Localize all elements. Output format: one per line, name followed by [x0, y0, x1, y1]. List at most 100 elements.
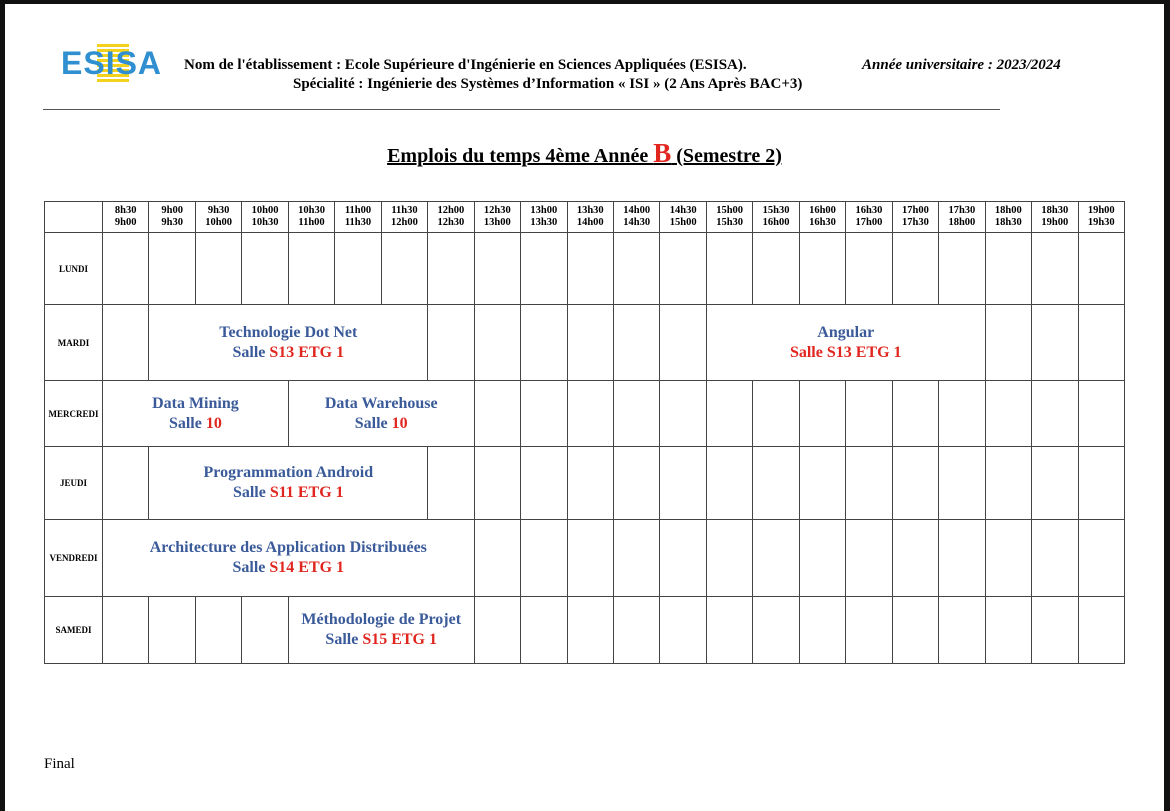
course-session: Architecture des Application Distribuées… [102, 519, 475, 597]
footer-final: Final [44, 756, 75, 772]
empty-slot [984, 446, 1033, 520]
day-label: LUNDI [44, 232, 103, 305]
day-row: MERCREDI Data Mining Salle 10 Data Warehous… [44, 380, 1125, 447]
slot-start: 16h00 [809, 205, 836, 216]
empty-slot [984, 380, 1033, 447]
empty-slot [473, 304, 522, 381]
empty-slot [148, 596, 196, 664]
day-label: MARDI [44, 304, 103, 381]
slot-start: 18h00 [994, 205, 1022, 216]
empty-slot [194, 596, 243, 664]
empty-slot [845, 446, 893, 520]
time-slot-header: 19h00 19h30 [1077, 201, 1125, 233]
slot-start: 15h00 [716, 205, 744, 216]
empty-slot [705, 519, 754, 597]
empty-slot [520, 519, 568, 597]
room-value: 10 [391, 414, 408, 432]
empty-slot [798, 596, 847, 664]
empty-slot [473, 380, 522, 447]
slot-start: 13h30 [576, 205, 604, 216]
time-slot-header: 13h00 13h30 [520, 201, 568, 233]
time-slot-header: 9h00 9h30 [148, 201, 196, 233]
empty-slot [520, 232, 568, 305]
empty-slot [1077, 519, 1125, 597]
empty-slot [752, 232, 800, 305]
header-separator [43, 109, 1000, 110]
time-slot-header: 12h30 13h00 [473, 201, 522, 233]
empty-slot [798, 519, 847, 597]
room-label: Salle [168, 414, 206, 432]
empty-slot [241, 596, 289, 664]
day-row: JEUDI Programmation Android Salle S11 ETG … [44, 446, 1125, 520]
empty-slot [566, 380, 614, 447]
empty-slot [938, 446, 986, 520]
slot-end: 10h30 [251, 217, 279, 228]
empty-slot [101, 304, 150, 381]
room-label: Salle [232, 343, 270, 361]
empty-slot [612, 232, 661, 305]
time-slot-header: 13h30 14h00 [566, 201, 614, 233]
empty-slot [798, 446, 847, 520]
time-slot-header: 16h30 17h00 [845, 201, 893, 233]
day-row: SAMEDI Méthodologie de Projet Salle S15 ET… [44, 596, 1125, 664]
title-prefix: Emplois du temps 4ème Année [387, 145, 654, 167]
title-suffix: (Semestre 2) [671, 145, 782, 167]
day-row: LUNDI [44, 232, 1125, 305]
course-session: Angular Salle S13 ETG 1 [705, 304, 986, 381]
room-label: Salle [325, 631, 363, 648]
slot-end: 9h30 [161, 217, 183, 228]
empty-slot [984, 519, 1033, 597]
empty-slot [101, 446, 150, 520]
empty-slot [473, 446, 522, 520]
empty-slot [612, 304, 661, 381]
empty-slot [798, 232, 847, 305]
day-label: MERCREDI [44, 380, 103, 447]
empty-slot [241, 232, 289, 305]
course-room: Salle S14 ETG 1 [103, 558, 474, 578]
empty-slot [845, 519, 893, 597]
empty-slot [659, 446, 707, 520]
course-name: Angular [817, 323, 875, 341]
empty-slot [101, 596, 150, 664]
slot-start: 10h00 [251, 205, 279, 216]
empty-slot [891, 446, 940, 520]
slot-start: 17h00 [902, 205, 929, 216]
empty-slot [891, 380, 940, 447]
empty-slot [1031, 596, 1079, 664]
slot-end: 13h00 [483, 217, 511, 228]
time-slot-header: 14h00 14h30 [612, 201, 661, 233]
annee-universitaire: Année universitaire : 2023/2024 [862, 57, 1061, 73]
empty-slot [566, 596, 614, 664]
empty-slot [520, 380, 568, 447]
empty-slot [148, 232, 196, 305]
course-room: Salle S15 ETG 1 [289, 630, 474, 650]
slot-start: 9h00 [161, 205, 183, 216]
empty-slot [566, 232, 614, 305]
empty-slot [938, 232, 986, 305]
slot-end: 15h00 [669, 217, 697, 228]
empty-slot [659, 304, 707, 381]
slot-start: 11h30 [391, 205, 418, 216]
day-label: SAMEDI [44, 596, 103, 664]
slot-start: 14h30 [669, 205, 697, 216]
day-label: VENDREDI [44, 519, 103, 597]
empty-slot [287, 232, 336, 305]
timetable: 8h30 9h00 9h00 9h30 9h30 10h00 10h00 10h30 10h30… [44, 201, 1125, 664]
slot-end: 9h00 [114, 217, 137, 228]
corner-cell [44, 201, 103, 233]
slot-start: 16h30 [855, 205, 883, 216]
time-slot-header: 10h00 10h30 [241, 201, 289, 233]
esisa-logo: ESISA [61, 44, 173, 88]
empty-slot [984, 304, 1033, 381]
slot-end: 11h00 [298, 217, 325, 228]
slot-start: 15h30 [762, 205, 790, 216]
course-name: Data Warehouse [324, 394, 438, 412]
empty-slot [798, 380, 847, 447]
slot-end: 19h30 [1087, 217, 1115, 228]
empty-slot [520, 304, 568, 381]
slot-start: 8h30 [114, 205, 137, 216]
time-slot-header: 14h30 15h00 [659, 201, 707, 233]
time-slot-header: 15h00 15h30 [705, 201, 754, 233]
empty-slot [938, 380, 986, 447]
slot-end: 17h30 [902, 217, 929, 228]
